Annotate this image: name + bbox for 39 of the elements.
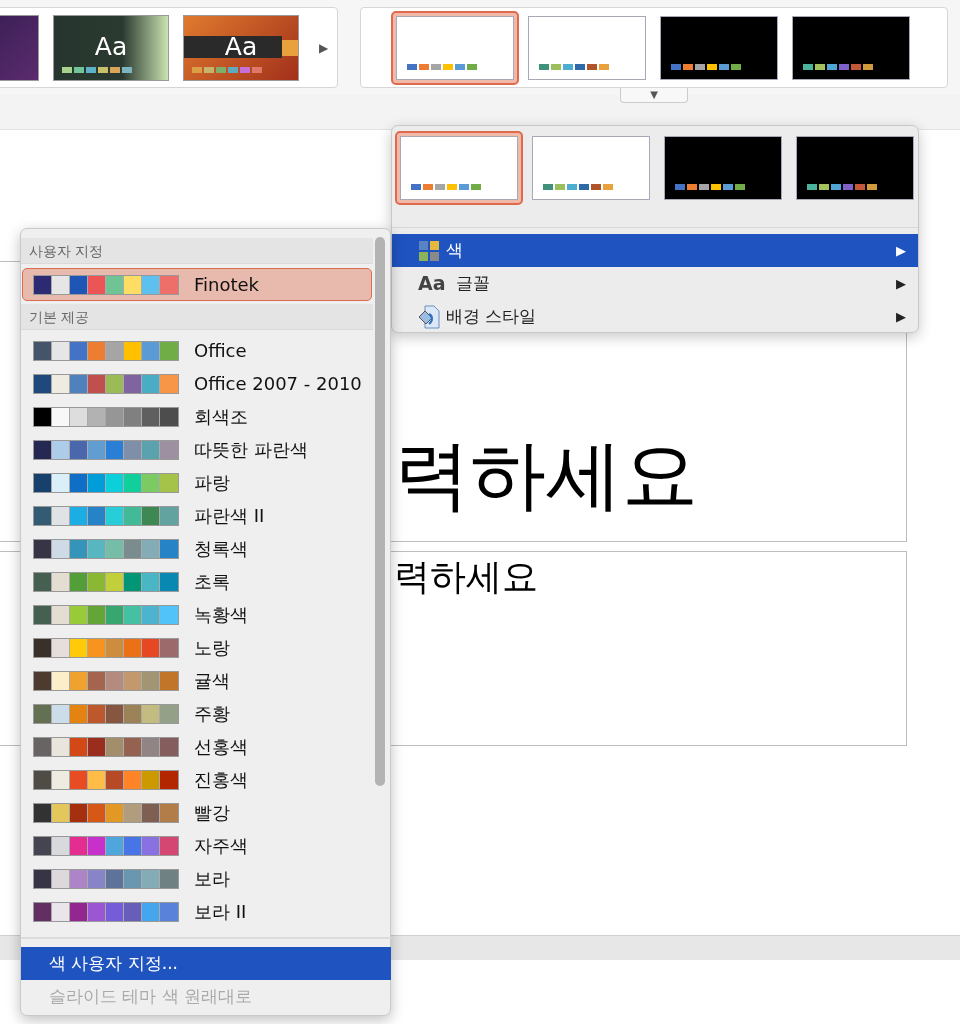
menu-item: 슬라이드 테마 색 원래대로	[48, 985, 254, 1008]
menu-item[interactable]: 색 ▶	[392, 234, 918, 267]
menu-item[interactable]: 색 사용자 지정...	[21, 947, 391, 980]
theme-thumbnail[interactable]: Aa	[183, 14, 299, 81]
color-scheme-item[interactable]: 녹황색	[22, 598, 372, 631]
color-scheme-item[interactable]: 선홍색	[22, 730, 372, 763]
color-grid-icon	[418, 239, 440, 262]
section-header: 사용자 지정	[21, 238, 373, 264]
menu-item[interactable]: Aa 글꼴 ▶	[392, 267, 918, 300]
color-scheme-item[interactable]: Finotek	[22, 268, 372, 301]
color-scheme-item[interactable]: Office	[22, 334, 372, 367]
color-scheme-item[interactable]: 보라 II	[22, 895, 372, 928]
theme-thumbnail[interactable]	[0, 14, 39, 81]
color-scheme-item[interactable]: 파란색 II	[22, 499, 372, 532]
color-scheme-item[interactable]: 초록	[22, 565, 372, 598]
color-scheme-item[interactable]: Office 2007 - 2010	[22, 367, 372, 400]
color-scheme-item[interactable]: 진홍색	[22, 763, 372, 796]
color-scheme-item[interactable]: 노랑	[22, 631, 372, 664]
scrollbar-thumb[interactable]	[375, 237, 385, 786]
color-scheme-item[interactable]: 주황	[22, 697, 372, 730]
color-scheme-item[interactable]: 보라	[22, 862, 372, 895]
variant-thumbnail[interactable]	[391, 10, 519, 85]
menu-item[interactable]: 배경 스타일 ▶	[392, 300, 918, 333]
paint-bucket-icon	[418, 304, 440, 329]
variant-thumbnail[interactable]	[395, 131, 523, 205]
theme-thumbnail[interactable]: Aa	[53, 14, 169, 81]
scroll-right-arrow[interactable]: ▶	[319, 38, 329, 57]
color-scheme-item[interactable]: 파랑	[22, 466, 372, 499]
color-scheme-item[interactable]: 자주색	[22, 829, 372, 862]
color-scheme-item[interactable]: 회색조	[22, 400, 372, 433]
color-scheme-item[interactable]: 따뜻한 파란색	[22, 433, 372, 466]
color-scheme-item[interactable]: 빨강	[22, 796, 372, 829]
font-icon: Aa	[418, 269, 446, 298]
section-header: 기본 제공	[21, 304, 373, 330]
slide-subtitle-text: 력하세요	[394, 555, 538, 599]
color-scheme-item[interactable]: 청록색	[22, 532, 372, 565]
slide-title-text: 력하세요	[394, 437, 698, 513]
color-scheme-item[interactable]: 귤색	[22, 664, 372, 697]
more-variants-button[interactable]: ▼	[620, 88, 688, 103]
